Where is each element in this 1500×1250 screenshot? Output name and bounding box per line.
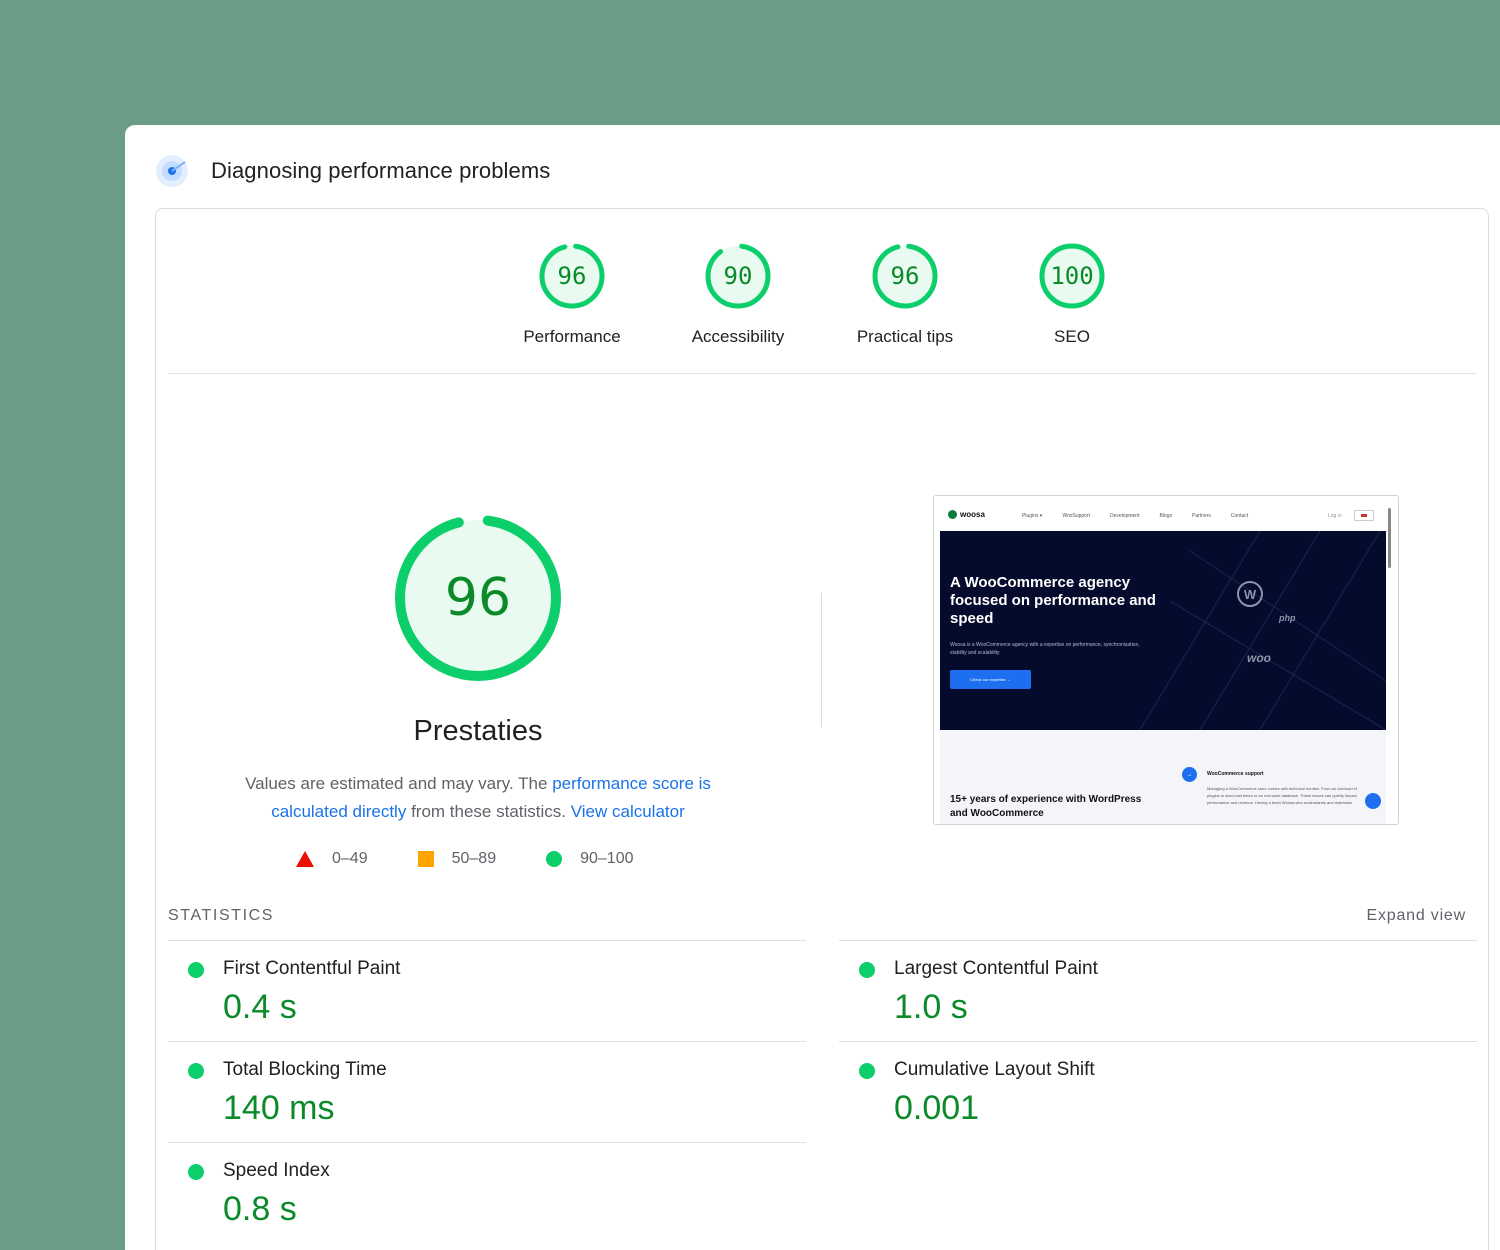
preview-menu-item: Development <box>1110 513 1140 519</box>
gauge-performance[interactable]: 96 Performance <box>502 241 642 347</box>
metric-total-blocking-time: Total Blocking Time 140 ms <box>168 1041 806 1142</box>
main-score-gauge: 96 <box>394 514 562 682</box>
preview-login: Log in <box>1328 513 1342 519</box>
preview-menu-item: Contact <box>1230 513 1249 519</box>
preview-scrollbar[interactable] <box>1388 508 1391 568</box>
triangle-icon <box>296 851 314 867</box>
preview-hero-button: Check our expertise → <box>950 670 1031 689</box>
expand-view-button[interactable]: Expand view <box>1366 907 1466 925</box>
description-text-1: Values are estimated and may vary. The <box>245 774 553 793</box>
metric-value: 0.4 s <box>223 988 297 1026</box>
preview-lower-text: Managing a WooCommerce store comes with … <box>1207 786 1357 805</box>
metric-largest-contentful-paint: Largest Contentful Paint 1.0 s <box>839 940 1477 1041</box>
main-score-value: 96 <box>444 568 512 628</box>
square-icon <box>417 851 434 867</box>
gauge-seo[interactable]: 100 SEO <box>1002 241 1142 347</box>
metric-value: 140 ms <box>223 1089 335 1127</box>
good-status-icon <box>188 962 204 978</box>
gauge-seo-score: 100 <box>1050 262 1094 290</box>
gauge-accessibility[interactable]: 90 Accessibility <box>668 241 808 347</box>
statistics-title: STATISTICS <box>168 907 275 924</box>
window-title: Diagnosing performance problems <box>211 158 551 183</box>
preview-menu: Plugins ▾ WooSupport Development Blogs P… <box>1022 513 1268 519</box>
preview-navbar: woosa Plugins ▾ WooSupport Development B… <box>934 496 1398 530</box>
legend-poor-label: 0–49 <box>332 850 368 867</box>
preview-menu-item: Partners <box>1192 513 1211 519</box>
report-window: Diagnosing performance problems 96 Perfo… <box>125 125 1500 1250</box>
good-status-icon <box>188 1063 204 1079</box>
page-screenshot-preview[interactable]: woosa Plugins ▾ WooSupport Development B… <box>933 495 1399 825</box>
gauge-seo-label: SEO <box>1054 327 1090 346</box>
legend-average-label: 50–89 <box>451 850 497 867</box>
score-legend: 0–49 50–89 90–100 <box>296 850 683 868</box>
category-gauges: 96 Performance 90 Accessibility 96 Pract… <box>156 209 1488 375</box>
good-status-icon <box>859 1063 875 1079</box>
gauge-practical-tips-score: 96 <box>890 262 920 290</box>
main-score-label: Prestaties <box>413 715 543 747</box>
preview-hero: A WooCommerce agency focused on performa… <box>940 531 1386 730</box>
hero-grid-lines <box>1139 531 1386 730</box>
preview-menu-item: WooSupport <box>1062 513 1091 519</box>
good-status-icon <box>859 962 875 978</box>
gauge-accessibility-score: 90 <box>723 262 753 290</box>
metric-name: First Contentful Paint <box>223 958 401 979</box>
woosa-logo-icon <box>948 510 957 519</box>
preview-logo-text: woosa <box>960 510 985 519</box>
metric-value: 1.0 s <box>894 988 968 1026</box>
description-text-2: from these statistics. <box>406 802 571 821</box>
gauge-performance-label: Performance <box>523 327 621 346</box>
legend-poor: 0–49 <box>296 850 368 868</box>
flag-icon <box>1354 510 1374 521</box>
metric-value: 0.8 s <box>223 1190 297 1228</box>
score-description: Values are estimated and may vary. The p… <box>218 770 738 826</box>
window-header: Diagnosing performance problems <box>155 153 550 189</box>
preview-lower-section: 15+ years of experience with WordPress a… <box>940 730 1386 824</box>
legend-good-label: 90–100 <box>580 850 634 867</box>
metric-name: Speed Index <box>223 1160 330 1181</box>
preview-lower-heading: WooCommerce support <box>1207 771 1264 777</box>
arrow-icon: → <box>1182 767 1197 782</box>
metric-name: Total Blocking Time <box>223 1059 387 1080</box>
good-status-icon <box>188 1164 204 1180</box>
circle-icon <box>546 851 563 867</box>
gauge-practical-tips-label: Practical tips <box>856 327 954 346</box>
preview-lower-title: 15+ years of experience with WordPress a… <box>950 794 1142 819</box>
gauge-practical-tips[interactable]: 96 Practical tips <box>835 241 975 347</box>
wordpress-icon: W <box>1237 581 1263 607</box>
preview-menu-item: Blogs <box>1159 513 1172 519</box>
preview-menu-item: Plugins ▾ <box>1022 513 1043 519</box>
preview-logo: woosa <box>948 510 985 519</box>
view-calculator-link[interactable]: View calculator <box>571 802 685 821</box>
php-icon: php <box>1279 613 1296 623</box>
metric-value: 0.001 <box>894 1089 980 1127</box>
legend-good: 90–100 <box>546 850 633 868</box>
preview-hero-subtitle: Woosa is a WooCommerce agency with a exp… <box>950 642 1140 656</box>
metric-cumulative-layout-shift: Cumulative Layout Shift 0.001 <box>839 1041 1477 1142</box>
metric-speed-index: Speed Index 0.8 s <box>168 1142 806 1243</box>
lighthouse-icon <box>155 154 189 188</box>
metric-name: Cumulative Layout Shift <box>894 1059 1095 1080</box>
report-panel: 96 Performance 90 Accessibility 96 Pract… <box>155 208 1489 1250</box>
preview-hero-title: A WooCommerce agency focused on performa… <box>950 574 1156 627</box>
woo-icon: woo <box>1247 651 1271 665</box>
gauges-divider <box>168 373 1476 374</box>
vertical-divider <box>821 593 822 727</box>
metric-name: Largest Contentful Paint <box>894 958 1098 979</box>
legend-average: 50–89 <box>417 850 497 868</box>
chat-icon <box>1365 793 1381 809</box>
gauge-performance-score: 96 <box>557 262 587 290</box>
gauge-accessibility-label: Accessibility <box>691 327 785 346</box>
metric-first-contentful-paint: First Contentful Paint 0.4 s <box>168 940 806 1041</box>
